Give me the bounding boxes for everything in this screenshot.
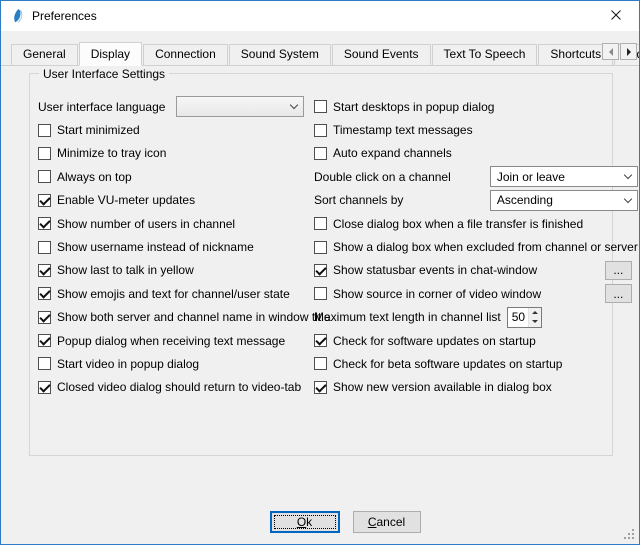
max-text-length-label: Maximum text length in channel list bbox=[314, 310, 501, 324]
footer-buttons: Ok Cancel bbox=[1, 511, 639, 533]
checkbox-icon[interactable] bbox=[38, 334, 51, 347]
check-auto-expand-channels[interactable]: Auto expand channels bbox=[314, 142, 638, 165]
checkbox-icon[interactable] bbox=[314, 287, 327, 300]
tab-general[interactable]: General bbox=[11, 44, 78, 65]
check-desktops-popup[interactable]: Start desktops in popup dialog bbox=[314, 95, 638, 118]
checkbox-icon[interactable] bbox=[38, 124, 51, 137]
spinner-down-button[interactable] bbox=[529, 317, 541, 327]
check-closed-video-return[interactable]: Closed video dialog should return to vid… bbox=[38, 376, 304, 399]
check-vu-meter-updates[interactable]: Enable VU-meter updates bbox=[38, 189, 304, 212]
tab-bar: General Display Connection Sound System … bbox=[1, 31, 639, 66]
preferences-window: Preferences General Display Connection S… bbox=[0, 0, 640, 545]
checkbox-icon[interactable] bbox=[314, 124, 327, 137]
checkbox-icon[interactable] bbox=[314, 357, 327, 370]
chevron-down-icon bbox=[290, 101, 298, 109]
settings-columns: User interface language Start minimized … bbox=[30, 74, 612, 399]
arrow-left-icon bbox=[609, 48, 613, 56]
sort-channels-label: Sort channels by bbox=[314, 193, 403, 207]
max-text-length-spinner[interactable]: 50 bbox=[507, 307, 542, 328]
spinner-up-button[interactable] bbox=[529, 308, 541, 318]
max-text-length-row: Maximum text length in channel list 50 bbox=[314, 306, 638, 329]
ok-button[interactable]: Ok bbox=[270, 511, 340, 533]
checkbox-icon[interactable] bbox=[314, 241, 327, 254]
video-source-more-button[interactable]: ... bbox=[605, 284, 632, 303]
check-last-to-talk-yellow[interactable]: Show last to talk in yellow bbox=[38, 259, 304, 282]
statusbar-events-more-button[interactable]: ... bbox=[605, 261, 632, 280]
close-button[interactable] bbox=[593, 1, 639, 31]
language-label: User interface language bbox=[38, 100, 165, 114]
tab-sound-system[interactable]: Sound System bbox=[229, 44, 331, 65]
checkbox-icon[interactable] bbox=[38, 311, 51, 324]
check-start-minimized[interactable]: Start minimized bbox=[38, 118, 304, 141]
sort-channels-select[interactable]: Ascending bbox=[490, 190, 638, 211]
checkbox-icon[interactable] bbox=[314, 334, 327, 347]
checkbox-icon[interactable] bbox=[314, 147, 327, 160]
check-minimize-to-tray[interactable]: Minimize to tray icon bbox=[38, 142, 304, 165]
checkbox-icon[interactable] bbox=[314, 264, 327, 277]
checkbox-icon[interactable] bbox=[38, 264, 51, 277]
check-close-on-transfer-finished[interactable]: Close dialog box when a file transfer is… bbox=[314, 212, 638, 235]
checkbox-icon[interactable] bbox=[38, 381, 51, 394]
check-video-popup[interactable]: Start video in popup dialog bbox=[38, 352, 304, 375]
checkbox-icon[interactable] bbox=[314, 100, 327, 113]
resize-grip[interactable] bbox=[622, 527, 635, 540]
right-column: Start desktops in popup dialog Timestamp… bbox=[314, 95, 638, 399]
sort-channels-row: Sort channels by Ascending bbox=[314, 189, 638, 212]
checkbox-icon[interactable] bbox=[38, 170, 51, 183]
check-new-version-dialog[interactable]: Show new version available in dialog box bbox=[314, 376, 638, 399]
group-title: User Interface Settings bbox=[39, 67, 169, 81]
video-source-corner-row: Show source in corner of video window ..… bbox=[314, 282, 638, 305]
arrow-down-icon bbox=[532, 320, 538, 323]
arrow-right-icon bbox=[627, 48, 631, 56]
tab-scroll-right-button[interactable] bbox=[620, 43, 637, 60]
tab-text-to-speech[interactable]: Text To Speech bbox=[432, 44, 538, 65]
checkbox-icon[interactable] bbox=[38, 217, 51, 230]
app-icon bbox=[10, 8, 26, 24]
check-server-channel-in-title[interactable]: Show both server and channel name in win… bbox=[38, 306, 304, 329]
check-timestamp-messages[interactable]: Timestamp text messages bbox=[314, 118, 638, 141]
checkbox-icon[interactable] bbox=[38, 287, 51, 300]
check-beta-updates[interactable]: Check for beta software updates on start… bbox=[314, 352, 638, 375]
tab-connection[interactable]: Connection bbox=[143, 44, 228, 65]
tab-scroll-left-button[interactable] bbox=[602, 43, 619, 60]
user-interface-settings-group: User Interface Settings User interface l… bbox=[29, 73, 613, 456]
checkbox-icon[interactable] bbox=[314, 217, 327, 230]
check-software-updates[interactable]: Check for software updates on startup bbox=[314, 329, 638, 352]
tab-display[interactable]: Display bbox=[79, 42, 142, 66]
double-click-select[interactable]: Join or leave bbox=[490, 166, 638, 187]
check-popup-on-text-message[interactable]: Popup dialog when receiving text message bbox=[38, 329, 304, 352]
check-show-user-count[interactable]: Show number of users in channel bbox=[38, 212, 304, 235]
arrow-up-icon bbox=[532, 311, 538, 314]
window-title: Preferences bbox=[32, 9, 97, 23]
check-dialog-when-excluded[interactable]: Show a dialog box when excluded from cha… bbox=[314, 235, 638, 258]
double-click-row: Double click on a channel Join or leave bbox=[314, 165, 638, 188]
close-icon bbox=[611, 9, 621, 23]
spinner-arrows bbox=[528, 308, 541, 327]
checkbox-icon[interactable] bbox=[38, 357, 51, 370]
double-click-label: Double click on a channel bbox=[314, 170, 451, 184]
max-text-length-value: 50 bbox=[508, 308, 528, 327]
language-select[interactable] bbox=[176, 96, 304, 117]
chevron-down-icon bbox=[624, 195, 632, 203]
left-column: User interface language Start minimized … bbox=[38, 95, 314, 399]
checkbox-icon[interactable] bbox=[38, 194, 51, 207]
language-row: User interface language bbox=[38, 95, 304, 118]
checkbox-icon[interactable] bbox=[314, 381, 327, 394]
titlebar[interactable]: Preferences bbox=[1, 1, 639, 31]
sort-channels-value: Ascending bbox=[497, 193, 553, 207]
tab-scroll-buttons bbox=[601, 43, 637, 60]
statusbar-events-row: Show statusbar events in chat-window ... bbox=[314, 259, 638, 282]
cancel-button[interactable]: Cancel bbox=[353, 511, 421, 533]
check-show-username[interactable]: Show username instead of nickname bbox=[38, 235, 304, 258]
double-click-value: Join or leave bbox=[497, 170, 565, 184]
check-always-on-top[interactable]: Always on top bbox=[38, 165, 304, 188]
tab-sound-events[interactable]: Sound Events bbox=[332, 44, 431, 65]
chevron-down-icon bbox=[624, 171, 632, 179]
checkbox-icon[interactable] bbox=[38, 241, 51, 254]
check-show-emojis[interactable]: Show emojis and text for channel/user st… bbox=[38, 282, 304, 305]
checkbox-icon[interactable] bbox=[38, 147, 51, 160]
